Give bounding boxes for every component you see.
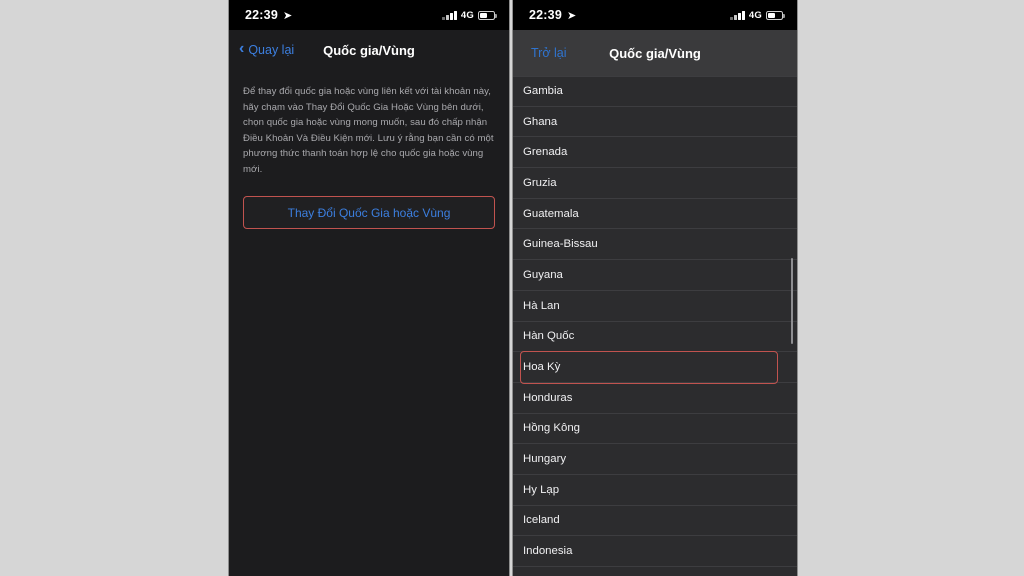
change-country-button[interactable]: Thay Đổi Quốc Gia hoặc Vùng <box>243 196 495 230</box>
status-bar-left: 22:39 ➤ 4G <box>229 0 509 30</box>
back-button-left[interactable]: ‹ Quay lại <box>239 40 295 58</box>
list-item[interactable]: Honduras <box>513 383 797 414</box>
change-country-button-label: Thay Đổi Quốc Gia hoặc Vùng <box>287 205 451 220</box>
signal-bars-icon <box>442 10 457 20</box>
list-item-label: Hàn Quốc <box>523 330 575 343</box>
list-item[interactable]: Hoa Kỳ <box>513 352 797 383</box>
list-item[interactable]: Hàn Quốc <box>513 322 797 353</box>
list-item[interactable]: Indonesia <box>513 536 797 567</box>
status-indicators: 4G <box>730 9 785 21</box>
status-time: 22:39 <box>529 8 562 22</box>
nav-bar-right: Trở lại Quốc gia/Vùng <box>513 30 797 76</box>
status-time: 22:39 <box>245 8 278 22</box>
list-item-label: Iceland <box>523 514 560 527</box>
list-item-label: Guinea-Bissau <box>523 238 598 251</box>
status-indicators: 4G <box>442 9 497 21</box>
signal-bars-icon <box>730 10 745 20</box>
list-item-label: Honduras <box>523 391 573 404</box>
list-item-label: Hồng Kông <box>523 422 580 435</box>
list-item[interactable]: Ghana <box>513 107 797 138</box>
list-item[interactable]: Hà Lan <box>513 291 797 322</box>
list-item-label: Gruzia <box>523 176 557 189</box>
list-item[interactable]: Hungary <box>513 444 797 475</box>
scrollbar-thumb[interactable] <box>790 258 793 344</box>
list-item-label: Grenada <box>523 146 568 159</box>
list-item[interactable]: Gruzia <box>513 168 797 199</box>
list-item-label: Hoa Kỳ <box>523 361 561 374</box>
country-list[interactable]: Gambia Ghana Grenada Gruzia Guatemala Guinea-… <box>513 76 797 576</box>
description-paragraph: Để thay đổi quốc gia hoặc vùng liên kết … <box>243 86 494 175</box>
network-label: 4G <box>460 9 474 21</box>
list-item-label: Hà Lan <box>523 299 560 312</box>
list-item[interactable]: Hy Lạp <box>513 475 797 506</box>
list-item[interactable]: Hồng Kông <box>513 414 797 445</box>
battery-icon <box>478 10 497 20</box>
network-label: 4G <box>748 9 762 21</box>
nav-bar-left: ‹ Quay lại Quốc gia/Vùng <box>229 30 509 70</box>
location-arrow-icon: ➤ <box>282 9 293 22</box>
list-item[interactable]: Guatemala <box>513 199 797 230</box>
list-item[interactable]: Grenada <box>513 137 797 169</box>
list-item[interactable]: Gambia <box>513 76 797 107</box>
phone-left: 22:39 ➤ 4G ‹ Quay lại Quốc gia/Vùng Để t… <box>228 0 510 576</box>
list-item-label: Hy Lạp <box>523 483 560 496</box>
battery-icon <box>766 10 785 20</box>
list-item[interactable]: Guinea-Bissau <box>513 229 797 261</box>
list-item-label: Gambia <box>523 85 563 98</box>
list-item-label: Ghana <box>523 115 558 128</box>
back-button-right[interactable]: Trở lại <box>531 46 567 60</box>
chevron-left-icon: ‹ <box>239 40 245 57</box>
status-bar-right: 22:39 ➤ 4G <box>513 0 797 30</box>
list-item-label: Guyana <box>523 268 563 281</box>
phone-right: 22:39 ➤ 4G Trở lại Quốc gia/Vùng Gambia G… <box>512 0 798 576</box>
location-arrow-icon: ➤ <box>566 9 577 22</box>
list-item[interactable]: Iceland <box>513 506 797 537</box>
list-item-label: Guatemala <box>523 207 579 220</box>
list-item-label: Indonesia <box>523 545 573 558</box>
left-content: Để thay đổi quốc gia hoặc vùng liên kết … <box>229 70 509 576</box>
list-item-label: Hungary <box>523 453 567 466</box>
list-item[interactable]: Guyana <box>513 260 797 291</box>
screenshot-stage: 22:39 ➤ 4G ‹ Quay lại Quốc gia/Vùng Để t… <box>0 0 1024 576</box>
back-button-label: Quay lại <box>248 43 295 57</box>
